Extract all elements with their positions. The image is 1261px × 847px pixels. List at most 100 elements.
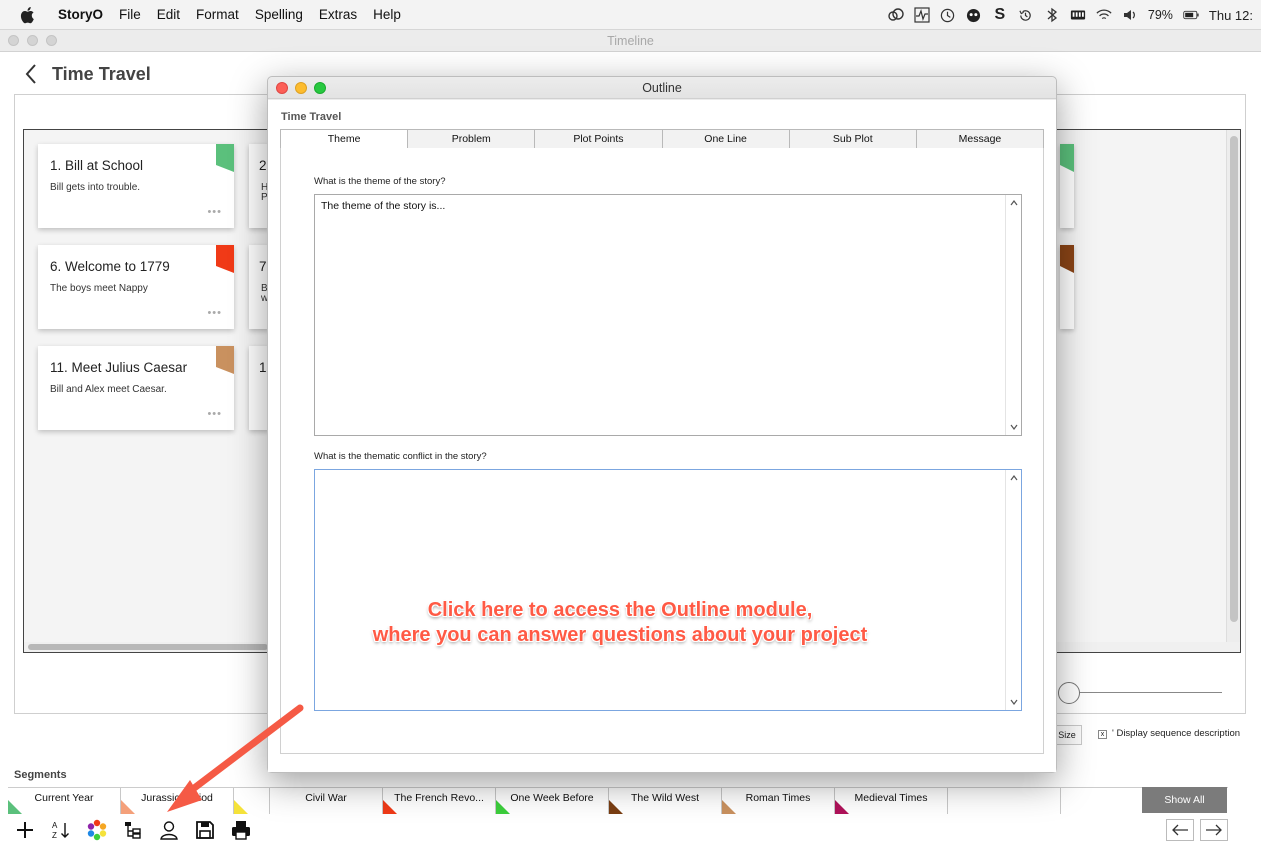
segment-color-flag: [8, 800, 22, 814]
tab-sub-plot[interactable]: Sub Plot: [790, 130, 917, 148]
svg-text:Z: Z: [52, 831, 57, 840]
character-icon[interactable]: [158, 819, 180, 841]
wifi-icon[interactable]: [1096, 7, 1112, 23]
segment-tab[interactable]: Civil War: [270, 788, 383, 814]
apple-icon[interactable]: [20, 6, 36, 24]
memory-icon[interactable]: [1070, 7, 1086, 23]
menu-file[interactable]: File: [119, 7, 141, 22]
color-palette-icon[interactable]: [86, 819, 108, 841]
s-icon[interactable]: S: [992, 6, 1008, 23]
menu-spelling[interactable]: Spelling: [255, 7, 303, 22]
bottom-toolbar: AZ: [14, 818, 252, 842]
menu-format[interactable]: Format: [196, 7, 239, 22]
segment-label: Current Year: [34, 792, 94, 804]
sort-icon[interactable]: AZ: [50, 819, 72, 841]
show-all-button[interactable]: Show All: [1142, 787, 1227, 813]
outline-icon[interactable]: [122, 819, 144, 841]
sequence-card-partial[interactable]: 2. H P: [249, 144, 269, 228]
close-button-inactive[interactable]: [8, 35, 19, 46]
card-title: 6. Welcome to 1779: [50, 259, 170, 274]
volume-icon[interactable]: [1122, 7, 1138, 23]
menu-help[interactable]: Help: [373, 7, 401, 22]
menu-edit[interactable]: Edit: [157, 7, 180, 22]
segment-color-flag: [835, 800, 849, 814]
more-icon[interactable]: •••: [207, 307, 222, 319]
segment-tab[interactable]: Roman Times: [722, 788, 835, 814]
save-icon[interactable]: [194, 819, 216, 841]
menu-bar: StoryO File Edit Format Spelling Extras …: [0, 0, 1261, 30]
annotation-callout: Click here to access the Outline module,…: [300, 598, 940, 648]
creative-cloud-icon[interactable]: [888, 7, 904, 23]
segment-tab[interactable]: One Week Before: [496, 788, 609, 814]
segment-tab[interactable]: [948, 788, 1061, 814]
previous-arrow-icon[interactable]: [1166, 819, 1194, 841]
scroll-thumb[interactable]: [28, 644, 268, 650]
tab-message[interactable]: Message: [917, 130, 1043, 148]
project-header: Time Travel: [24, 63, 151, 85]
segment-tab[interactable]: Current Year: [8, 788, 121, 814]
sequence-card[interactable]: 11. Meet Julius Caesar Bill and Alex mee…: [38, 346, 234, 430]
scroll-thumb[interactable]: [1230, 136, 1238, 622]
segment-color-flag: [722, 800, 736, 814]
outline-tabs: Theme Problem Plot Points One Line Sub P…: [280, 129, 1044, 149]
answer-scrollbar[interactable]: [1005, 195, 1021, 435]
segment-tab[interactable]: Medieval Times: [835, 788, 948, 814]
segment-label: Civil War: [305, 792, 347, 804]
time-machine-icon[interactable]: [1018, 7, 1034, 23]
print-icon[interactable]: [230, 819, 252, 841]
sequence-card-partial[interactable]: 7. B w: [249, 245, 269, 329]
segment-tab[interactable]: The French Revo...: [383, 788, 496, 814]
card-description: The boys meet Nappy: [50, 283, 148, 294]
segment-tab[interactable]: The Wild West: [609, 788, 722, 814]
zoom-button-inactive[interactable]: [46, 35, 57, 46]
sequence-card[interactable]: 1. Bill at School Bill gets into trouble…: [38, 144, 234, 228]
scroll-down-icon[interactable]: [1009, 697, 1019, 707]
sequence-card-partial[interactable]: [1060, 144, 1074, 228]
activity-monitor-icon[interactable]: [914, 7, 930, 23]
sequence-card-partial[interactable]: 1:: [249, 346, 269, 430]
more-icon[interactable]: •••: [207, 408, 222, 420]
tab-problem[interactable]: Problem: [408, 130, 536, 148]
answer-scrollbar[interactable]: [1005, 470, 1021, 710]
theme-answer-text: The theme of the story is...: [321, 200, 446, 212]
segment-tab[interactable]: [234, 788, 270, 814]
segment-label: One Week Before: [510, 792, 594, 804]
menu-extras[interactable]: Extras: [319, 7, 357, 22]
display-sequence-checkbox[interactable]: x: [1098, 730, 1107, 739]
next-arrow-icon[interactable]: [1200, 819, 1228, 841]
card-description: Bill gets into trouble.: [50, 182, 141, 193]
zoom-slider-track[interactable]: [1072, 692, 1222, 693]
zoom-button[interactable]: [314, 82, 326, 94]
segment-tab[interactable]: Jurassic Period: [121, 788, 234, 814]
tab-theme[interactable]: Theme: [281, 130, 409, 148]
bluetooth-icon[interactable]: [1044, 7, 1060, 23]
menu-clock[interactable]: Thu 12:: [1209, 8, 1253, 23]
alien-icon[interactable]: [966, 7, 982, 23]
clock-icon[interactable]: [940, 7, 956, 23]
vertical-scrollbar[interactable]: [1226, 130, 1240, 652]
navigation-arrows: [1166, 819, 1228, 841]
more-icon[interactable]: •••: [207, 206, 222, 218]
add-icon[interactable]: [14, 819, 36, 841]
segment-color-flag: [609, 800, 623, 814]
tab-plot-points[interactable]: Plot Points: [535, 130, 663, 148]
tab-one-line[interactable]: One Line: [663, 130, 790, 148]
sequence-card-partial[interactable]: [1060, 245, 1074, 329]
outline-body: Time Travel Theme Problem Plot Points On…: [268, 100, 1056, 772]
scroll-up-icon[interactable]: [1009, 473, 1019, 483]
battery-percent[interactable]: 79%: [1148, 8, 1173, 22]
segment-color-flag: [121, 800, 135, 814]
sequence-card[interactable]: 6. Welcome to 1779 The boys meet Nappy •…: [38, 245, 234, 329]
segment-color-flag: [234, 800, 248, 814]
close-button[interactable]: [276, 82, 288, 94]
scroll-up-icon[interactable]: [1009, 198, 1019, 208]
zoom-slider-knob[interactable]: [1058, 682, 1080, 704]
battery-icon[interactable]: [1183, 7, 1199, 23]
minimize-button[interactable]: [295, 82, 307, 94]
theme-answer-field[interactable]: The theme of the story is...: [314, 194, 1022, 436]
menu-app-name[interactable]: StoryO: [58, 7, 103, 22]
scroll-down-icon[interactable]: [1009, 422, 1019, 432]
minimize-button-inactive[interactable]: [27, 35, 38, 46]
thematic-conflict-answer-field[interactable]: [314, 469, 1022, 711]
back-chevron-icon[interactable]: [24, 63, 38, 85]
